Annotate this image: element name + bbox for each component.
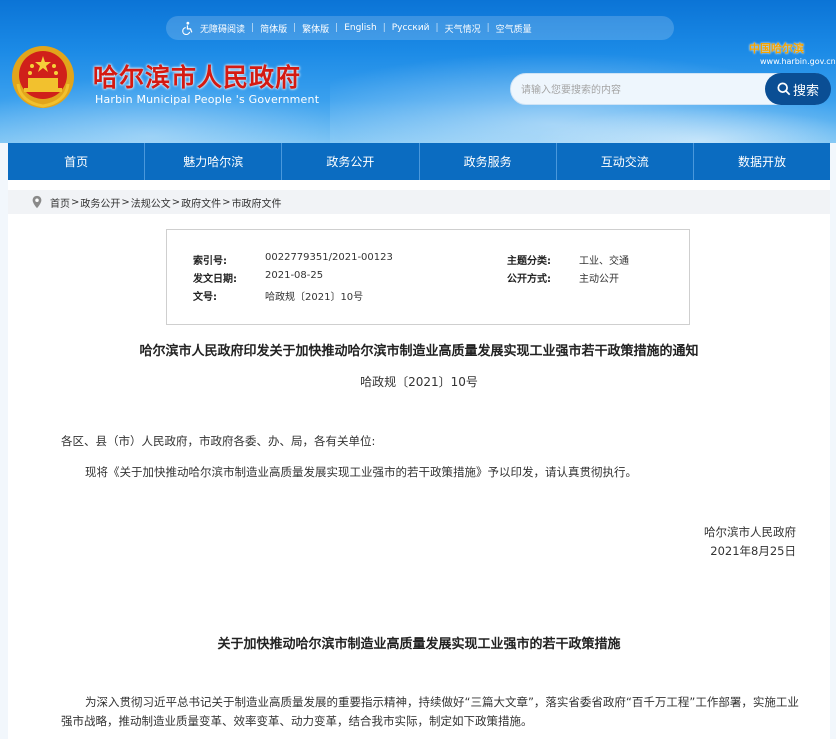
document-body: 现将《关于加快推动哈尔滨市制造业高质量发展实现工业强市的若干政策措施》予以印发，… — [85, 465, 637, 479]
top-utility-bar: 无障碍阅读 | 简体版 | 繁体版 | English | Русский | … — [166, 16, 674, 40]
meta-date-label: 发文日期: — [193, 274, 237, 285]
meta-date-value: 2021-08-25 — [265, 270, 324, 281]
main-nav: 首页 魅力哈尔滨 政务公开 政务服务 互动交流 数据开放 — [8, 143, 830, 180]
divider: | — [251, 23, 255, 33]
breadcrumb-item-government-affairs[interactable]: 政务公开 — [80, 195, 120, 210]
search-bar: 搜索 — [510, 73, 831, 105]
nav-item-charm-harbin[interactable]: 魅力哈尔滨 — [144, 143, 281, 180]
breadcrumb: 首页 > 政务公开 > 法规公文 > 政府文件 > 市政府文件 — [8, 190, 830, 214]
nav-item-government-services[interactable]: 政务服务 — [418, 143, 556, 180]
breadcrumb-item-regulations[interactable]: 法规公文 — [131, 195, 171, 210]
location-pin-icon — [32, 195, 42, 209]
topbar-link-simplified[interactable]: 简体版 — [260, 22, 287, 35]
meta-docno-label: 文号: — [193, 292, 217, 303]
topbar-link-accessible-reading[interactable]: 无障碍阅读 — [200, 22, 245, 35]
divider: | — [382, 23, 386, 33]
china-harbin-logo[interactable]: 中国哈尔滨 — [749, 40, 804, 56]
search-icon — [777, 82, 791, 96]
meta-public-label: 公开方式: — [507, 274, 551, 285]
attachment-paragraph: 为深入贯彻习近平总书记关于制造业高质量发展的重要指示精神，持续做好“三篇大文章”… — [61, 695, 799, 728]
topbar-link-traditional[interactable]: 繁体版 — [302, 22, 329, 35]
meta-public: 公开方式: 主动公开 — [507, 270, 619, 285]
document-metadata-box: 索引号: 0022779351/2021-00123 主题分类: 工业、交通 发… — [166, 229, 690, 325]
meta-topic: 主题分类: 工业、交通 — [507, 252, 629, 267]
main-content: 首页 > 政务公开 > 法规公文 > 政府文件 > 市政府文件 索引号: 002… — [8, 180, 830, 739]
nav-item-interaction[interactable]: 互动交流 — [555, 143, 693, 180]
site-subtitle: Harbin Municipal People 's Government — [95, 93, 320, 106]
header-cloud-decoration — [520, 105, 836, 143]
national-emblem-icon[interactable] — [10, 44, 76, 110]
document-number: 哈政规〔2021〕10号 — [360, 375, 478, 389]
topbar-link-english[interactable]: English — [344, 23, 377, 33]
meta-index-label: 索引号: — [193, 256, 227, 267]
divider: | — [335, 23, 339, 33]
breadcrumb-item-municipal-documents[interactable]: 市政府文件 — [232, 195, 282, 210]
meta-topic-label: 主题分类: — [507, 256, 551, 267]
attachment-title: 关于加快推动哈尔滨市制造业高质量发展实现工业强市的若干政策措施 — [217, 637, 621, 652]
topbar-link-air-quality[interactable]: 空气质量 — [496, 22, 532, 35]
meta-public-value: 主动公开 — [579, 274, 619, 285]
divider: | — [486, 23, 490, 33]
breadcrumb-item-government-documents[interactable]: 政府文件 — [181, 195, 221, 210]
search-button[interactable]: 搜索 — [765, 73, 831, 105]
nav-item-government-affairs[interactable]: 政务公开 — [281, 143, 418, 180]
meta-docno-value: 哈政规〔2021〕10号 — [265, 292, 364, 303]
document-addressee: 各区、县（市）人民政府，市政府各委、办、局，各有关单位: — [61, 434, 376, 448]
meta-index-value: 0022779351/2021-00123 — [265, 252, 393, 263]
document-title: 哈尔滨市人民政府印发关于加快推动哈尔滨市制造业高质量发展实现工业强市若干政策措施… — [139, 344, 699, 359]
meta-date: 发文日期: 2021-08-25 — [193, 270, 323, 285]
meta-topic-value: 工业、交通 — [579, 256, 629, 267]
divider: | — [293, 23, 297, 33]
meta-index: 索引号: 0022779351/2021-00123 — [193, 252, 393, 267]
topbar-link-weather[interactable]: 天气情况 — [445, 22, 481, 35]
nav-item-home[interactable]: 首页 — [8, 143, 144, 180]
signature-date: 2021年8月25日 — [710, 544, 796, 558]
signature-organization: 哈尔滨市人民政府 — [704, 525, 796, 539]
accessibility-icon[interactable] — [180, 21, 194, 35]
search-button-label: 搜索 — [792, 83, 819, 99]
nav-item-open-data[interactable]: 数据开放 — [692, 143, 830, 180]
divider: | — [435, 23, 439, 33]
search-input[interactable] — [521, 79, 761, 101]
meta-docno: 文号: 哈政规〔2021〕10号 — [193, 288, 363, 303]
site-title[interactable]: 哈尔滨市人民政府 — [93, 58, 301, 94]
china-harbin-url: www.harbin.gov.cn — [760, 57, 836, 66]
site-header: 无障碍阅读 | 简体版 | 繁体版 | English | Русский | … — [0, 0, 836, 143]
topbar-link-russian[interactable]: Русский — [392, 23, 430, 33]
breadcrumb-item-home[interactable]: 首页 — [50, 195, 70, 210]
